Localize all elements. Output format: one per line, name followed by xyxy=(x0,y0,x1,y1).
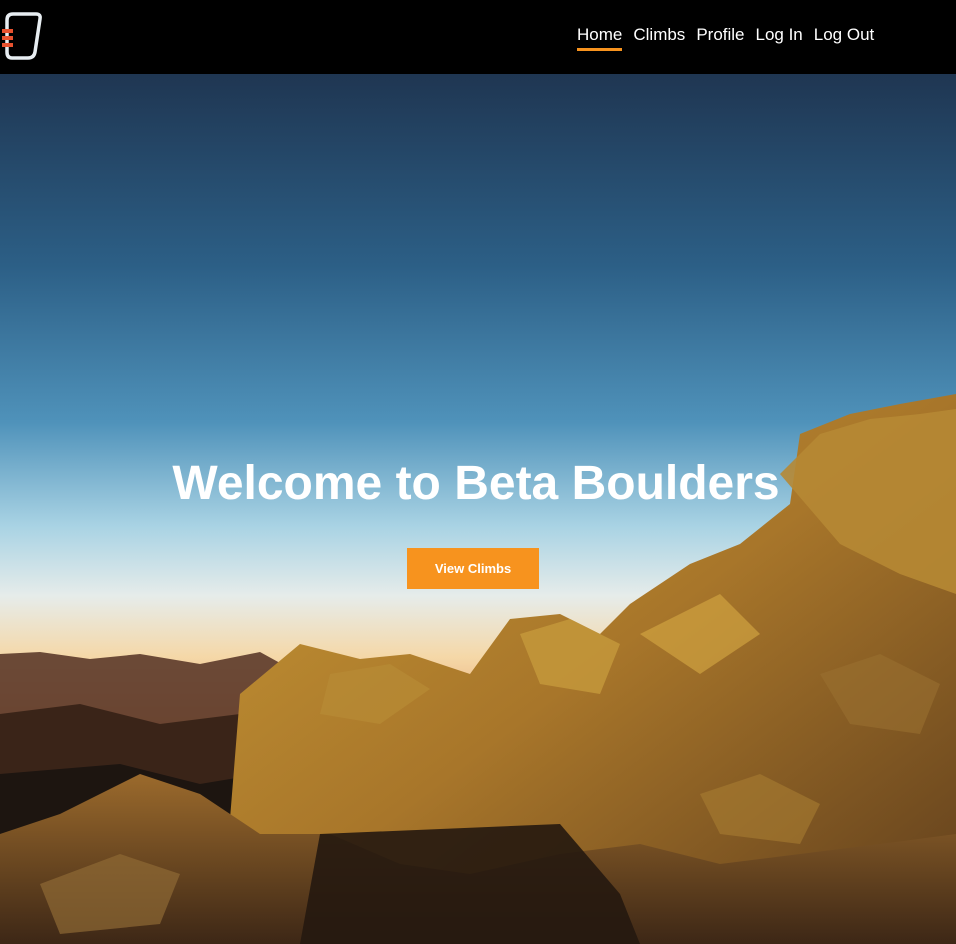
carabiner-icon[interactable] xyxy=(0,8,44,60)
view-climbs-button[interactable]: View Climbs xyxy=(407,548,539,589)
navbar: Home Climbs Profile Log In Log Out xyxy=(0,0,956,74)
nav-logout-link[interactable]: Log Out xyxy=(814,24,875,46)
hero-title: Welcome to Beta Boulders xyxy=(172,457,780,510)
hero-section: Welcome to Beta Boulders View Climbs xyxy=(0,74,956,944)
nav-login-link[interactable]: Log In xyxy=(756,24,803,46)
nav-links: Home Climbs Profile Log In Log Out xyxy=(577,24,875,51)
nav-climbs-link[interactable]: Climbs xyxy=(633,24,685,46)
nav-profile-link[interactable]: Profile xyxy=(696,24,744,46)
nav-home-link[interactable]: Home xyxy=(577,24,623,51)
